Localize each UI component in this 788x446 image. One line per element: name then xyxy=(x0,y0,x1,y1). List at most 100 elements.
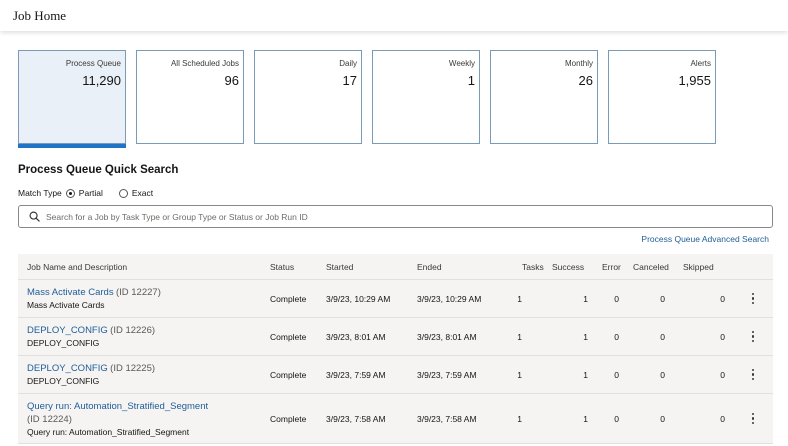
job-id: (ID 12224) xyxy=(27,413,72,425)
more-vertical-icon[interactable] xyxy=(748,410,759,428)
tile-count: 11,290 xyxy=(82,73,121,88)
tile-alerts[interactable]: Alerts 1,955 xyxy=(608,50,716,144)
canceled-cell: 0 xyxy=(660,331,665,342)
job-name-link[interactable]: Query run: Automation_Stratified_Segment xyxy=(27,401,208,412)
status-cell: Complete xyxy=(270,293,307,304)
tile-monthly[interactable]: Monthly 26 xyxy=(490,50,598,144)
row-actions xyxy=(733,290,773,308)
status-cell: Complete xyxy=(270,413,307,424)
success-cell: 1 xyxy=(583,293,588,304)
tile-label: Alerts xyxy=(690,59,711,68)
ended-cell: 3/9/23, 7:59 AM xyxy=(417,369,477,380)
tile-count: 1,955 xyxy=(678,73,711,88)
radio-selected-icon xyxy=(65,188,75,198)
radio-label: Partial xyxy=(78,188,103,198)
tile-daily[interactable]: Daily 17 xyxy=(254,50,362,144)
status-cell: Complete xyxy=(270,331,307,342)
ended-cell: 3/9/23, 7:58 AM xyxy=(417,413,477,424)
canceled-cell: 0 xyxy=(660,293,665,304)
table-row[interactable]: Query run: Automation_Stratified_Segment… xyxy=(18,394,773,444)
summary-tiles: Process Queue 11,290 All Scheduled Jobs … xyxy=(18,50,716,148)
skipped-cell: 0 xyxy=(720,413,725,424)
col-header-status[interactable]: Status xyxy=(270,262,326,272)
job-name-cell: DEPLOY_CONFIG (ID 12225) DEPLOY_CONFIG xyxy=(18,363,270,387)
tile-count: 1 xyxy=(467,73,475,88)
job-name-link[interactable]: Mass Activate Cards xyxy=(27,287,114,298)
row-actions xyxy=(733,328,773,346)
tile-weekly[interactable]: Weekly 1 xyxy=(372,50,480,144)
job-name-cell: DEPLOY_CONFIG (ID 12226) DEPLOY_CONFIG xyxy=(18,325,270,349)
job-description: DEPLOY_CONFIG xyxy=(27,337,100,348)
job-search-input[interactable] xyxy=(46,211,772,222)
error-cell: 0 xyxy=(614,293,619,304)
page-title: Job Home xyxy=(13,8,67,23)
success-cell: 1 xyxy=(583,331,588,342)
started-cell: 3/9/23, 7:58 AM xyxy=(326,413,386,424)
skipped-cell: 0 xyxy=(720,331,725,342)
job-description: Mass Activate Cards xyxy=(27,299,105,310)
tasks-cell: 1 xyxy=(517,413,522,424)
tile-label: Daily xyxy=(339,59,357,68)
col-header-success[interactable]: Success xyxy=(548,262,597,272)
radio-exact[interactable]: Exact xyxy=(118,188,154,198)
job-description: Query run: Automation_Stratified_Segment xyxy=(27,426,190,437)
row-actions xyxy=(733,366,773,384)
started-cell: 3/9/23, 7:59 AM xyxy=(326,369,386,380)
canceled-cell: 0 xyxy=(660,369,665,380)
col-header-ended[interactable]: Ended xyxy=(417,262,508,272)
quick-search-title: Process Queue Quick Search xyxy=(18,164,179,176)
skipped-cell: 0 xyxy=(720,369,725,380)
job-search-box xyxy=(18,205,773,228)
page-header: Job Home xyxy=(0,0,788,31)
radio-unselected-icon xyxy=(118,188,128,198)
col-header-started[interactable]: Started xyxy=(326,262,417,272)
search-icon xyxy=(26,209,42,225)
col-header-skipped[interactable]: Skipped xyxy=(683,262,733,272)
job-description: DEPLOY_CONFIG xyxy=(27,375,100,386)
advanced-search-link[interactable]: Process Queue Advanced Search xyxy=(641,234,769,244)
tile-label: Monthly xyxy=(564,59,593,68)
row-actions xyxy=(733,410,773,428)
tasks-cell: 1 xyxy=(517,369,522,380)
col-header-canceled[interactable]: Canceled xyxy=(633,262,683,272)
tile-label: All Scheduled Jobs xyxy=(170,59,239,68)
ended-cell: 3/9/23, 10:29 AM xyxy=(417,293,482,304)
job-id: (ID 12227) xyxy=(115,286,161,298)
status-cell: Complete xyxy=(270,369,307,380)
radio-partial[interactable]: Partial xyxy=(65,188,103,198)
more-vertical-icon[interactable] xyxy=(748,290,759,308)
skipped-cell: 0 xyxy=(720,293,725,304)
error-cell: 0 xyxy=(614,413,619,424)
tile-label: Process Queue xyxy=(65,59,121,68)
tasks-cell: 1 xyxy=(517,331,522,342)
job-name-cell: Mass Activate Cards (ID 12227) Mass Acti… xyxy=(18,287,270,311)
more-vertical-icon[interactable] xyxy=(748,366,759,384)
tile-label: Weekly xyxy=(448,59,475,68)
error-cell: 0 xyxy=(614,369,619,380)
job-name-cell: Query run: Automation_Stratified_Segment… xyxy=(18,400,270,438)
col-header-error[interactable]: Error xyxy=(597,262,633,272)
tile-process-queue[interactable]: Process Queue 11,290 xyxy=(18,50,126,148)
success-cell: 1 xyxy=(583,369,588,380)
job-id: (ID 12225) xyxy=(110,362,156,374)
match-type-group: Match Type Partial Exact xyxy=(18,188,165,198)
started-cell: 3/9/23, 10:29 AM xyxy=(326,293,391,304)
job-id: (ID 12226) xyxy=(110,324,156,336)
tile-count: 96 xyxy=(224,73,239,88)
col-header-name[interactable]: Job Name and Description xyxy=(18,262,270,272)
tile-all-scheduled-jobs[interactable]: All Scheduled Jobs 96 xyxy=(136,50,244,144)
tile-count: 17 xyxy=(342,73,357,88)
table-row[interactable]: DEPLOY_CONFIG (ID 12225) DEPLOY_CONFIG C… xyxy=(18,356,773,394)
match-type-label: Match Type xyxy=(18,188,62,198)
table-row[interactable]: DEPLOY_CONFIG (ID 12226) DEPLOY_CONFIG C… xyxy=(18,318,773,356)
canceled-cell: 0 xyxy=(660,413,665,424)
more-vertical-icon[interactable] xyxy=(748,328,759,346)
job-name-link[interactable]: DEPLOY_CONFIG xyxy=(27,363,108,374)
job-name-link[interactable]: DEPLOY_CONFIG xyxy=(27,325,108,336)
tasks-cell: 1 xyxy=(517,293,522,304)
radio-label: Exact xyxy=(131,188,154,198)
process-queue-table: Job Name and Description Status Started … xyxy=(18,254,773,444)
tile-count: 26 xyxy=(578,73,593,88)
col-header-tasks[interactable]: Tasks xyxy=(508,262,548,272)
table-row[interactable]: Mass Activate Cards (ID 12227) Mass Acti… xyxy=(18,280,773,318)
